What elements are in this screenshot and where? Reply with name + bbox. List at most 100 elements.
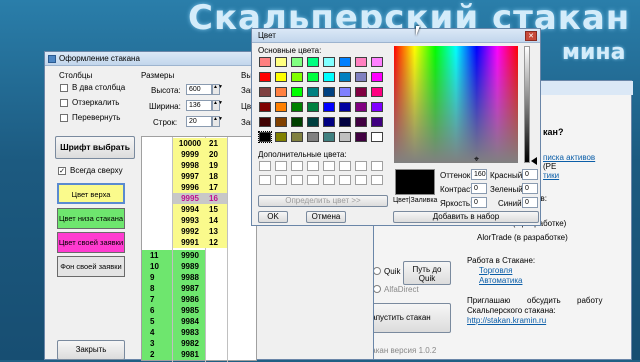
basic-color-swatch[interactable]	[307, 87, 319, 97]
automation-link[interactable]: Автоматика	[479, 276, 522, 285]
basic-color-swatch[interactable]	[371, 102, 383, 112]
own-order-bg-button[interactable]: Фон своей заявки	[57, 256, 125, 277]
luminance-input[interactable]: 0	[471, 197, 487, 208]
basic-color-swatch[interactable]	[339, 117, 351, 127]
cancel-button[interactable]: Отмена	[306, 211, 346, 223]
basic-color-swatch[interactable]	[307, 57, 319, 67]
basic-color-swatch[interactable]	[259, 57, 271, 67]
basic-color-swatch[interactable]	[323, 72, 335, 82]
two-columns-checkbox[interactable]: В два столбца	[60, 83, 125, 92]
basic-color-swatch[interactable]	[371, 117, 383, 127]
luminance-slider[interactable]	[524, 46, 530, 163]
basic-color-swatch[interactable]	[307, 72, 319, 82]
height-spinner[interactable]: ▲▼	[212, 84, 223, 95]
basic-color-swatch[interactable]	[275, 102, 287, 112]
red-input[interactable]: 0	[522, 169, 538, 180]
rows-spinner[interactable]: ▲▼	[212, 116, 223, 127]
custom-color-swatch[interactable]	[323, 175, 335, 185]
basic-color-swatch[interactable]	[339, 132, 351, 142]
custom-color-swatch[interactable]	[259, 175, 271, 185]
tics-link[interactable]: тики	[543, 171, 559, 180]
site-link[interactable]: http://stakan.kramin.ru	[467, 316, 546, 325]
basic-color-swatch[interactable]	[323, 87, 335, 97]
rows-input[interactable]: 20	[186, 116, 212, 127]
basic-color-swatch[interactable]	[339, 87, 351, 97]
basic-color-swatch[interactable]	[339, 102, 351, 112]
checkbox-box[interactable]: ✓	[58, 166, 66, 175]
always-on-top-checkbox[interactable]: ✓ Всегда сверху	[58, 166, 123, 175]
width-input[interactable]: 136	[186, 100, 212, 111]
assets-link[interactable]: писка активов	[543, 153, 595, 162]
basic-color-swatch[interactable]	[339, 57, 351, 67]
checkbox-box[interactable]	[60, 98, 68, 107]
basic-color-swatch[interactable]	[275, 57, 287, 67]
add-to-custom-button[interactable]: Добавить в набор	[393, 211, 539, 223]
basic-color-swatch[interactable]	[291, 57, 303, 67]
basic-color-swatch[interactable]	[291, 132, 303, 142]
custom-color-swatch[interactable]	[371, 175, 383, 185]
green-input[interactable]: 0	[522, 183, 538, 194]
custom-color-swatch[interactable]	[259, 161, 271, 171]
basic-color-swatch[interactable]	[323, 117, 335, 127]
custom-color-swatch[interactable]	[275, 161, 287, 171]
basic-color-swatch[interactable]	[355, 72, 367, 82]
checkbox-box[interactable]	[60, 83, 68, 92]
own-order-color-button[interactable]: Цвет своей заявки	[57, 232, 125, 253]
basic-color-swatch[interactable]	[323, 132, 335, 142]
basic-color-swatch[interactable]	[355, 57, 367, 67]
basic-color-swatch[interactable]	[258, 131, 272, 143]
color-spectrum[interactable]	[394, 46, 518, 163]
basic-color-swatch[interactable]	[275, 117, 287, 127]
hue-input[interactable]: 160	[471, 169, 487, 180]
basic-color-swatch[interactable]	[323, 102, 335, 112]
basic-color-swatch[interactable]	[275, 72, 287, 82]
blue-input[interactable]: 0	[522, 197, 538, 208]
basic-color-swatch[interactable]	[355, 87, 367, 97]
custom-color-swatch[interactable]	[275, 175, 287, 185]
basic-color-swatch[interactable]	[355, 102, 367, 112]
saturation-input[interactable]: 0	[471, 183, 487, 194]
custom-color-swatch[interactable]	[355, 175, 367, 185]
custom-color-swatch[interactable]	[291, 175, 303, 185]
custom-color-swatch[interactable]	[339, 161, 351, 171]
basic-color-swatch[interactable]	[307, 117, 319, 127]
basic-color-swatch[interactable]	[371, 132, 383, 142]
basic-color-swatch[interactable]	[259, 102, 271, 112]
flip-checkbox[interactable]: Перевернуть	[60, 113, 120, 122]
close-icon[interactable]: ✕	[525, 31, 537, 41]
basic-color-swatch[interactable]	[371, 57, 383, 67]
top-color-button[interactable]: Цвет верха стакана	[57, 183, 125, 218]
custom-color-swatch[interactable]	[371, 161, 383, 171]
custom-color-swatch[interactable]	[323, 161, 335, 171]
luminance-arrow-icon[interactable]	[531, 157, 537, 165]
quik-path-button[interactable]: Путь до Quik	[403, 261, 451, 285]
bottom-color-button[interactable]: Цвет низа стакана	[57, 208, 125, 229]
height-input[interactable]: 600	[186, 84, 212, 95]
basic-color-swatch[interactable]	[291, 102, 303, 112]
font-select-button[interactable]: Шрифт выбрать	[55, 136, 135, 159]
basic-color-swatch[interactable]	[355, 132, 367, 142]
mirror-checkbox[interactable]: Отзеркалить	[60, 98, 119, 107]
custom-color-swatch[interactable]	[307, 161, 319, 171]
basic-color-swatch[interactable]	[291, 117, 303, 127]
basic-color-swatch[interactable]	[259, 87, 271, 97]
radio-alfa[interactable]	[373, 285, 381, 293]
basic-color-swatch[interactable]	[259, 117, 271, 127]
radio-quik[interactable]	[373, 267, 381, 275]
basic-color-swatch[interactable]	[275, 87, 287, 97]
basic-color-swatch[interactable]	[371, 87, 383, 97]
basic-color-swatch[interactable]	[291, 72, 303, 82]
custom-color-swatch[interactable]	[339, 175, 351, 185]
custom-color-swatch[interactable]	[291, 161, 303, 171]
basic-color-swatch[interactable]	[291, 87, 303, 97]
basic-color-swatch[interactable]	[307, 102, 319, 112]
basic-color-swatch[interactable]	[323, 57, 335, 67]
basic-color-swatch[interactable]	[275, 132, 287, 142]
checkbox-box[interactable]	[60, 113, 68, 122]
basic-color-swatch[interactable]	[355, 117, 367, 127]
basic-color-swatch[interactable]	[339, 72, 351, 82]
spectrum-crosshair-icon[interactable]: ⌖	[474, 155, 483, 164]
custom-color-swatch[interactable]	[355, 161, 367, 171]
basic-color-swatch[interactable]	[307, 132, 319, 142]
close-button[interactable]: Закрыть	[57, 340, 125, 360]
